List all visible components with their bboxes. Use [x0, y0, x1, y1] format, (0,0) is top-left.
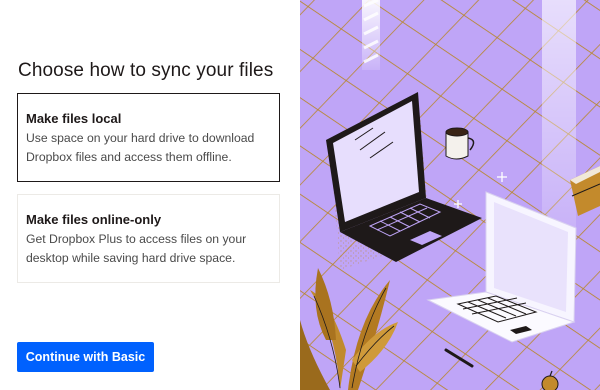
- continue-with-basic-button[interactable]: Continue with Basic: [17, 342, 154, 372]
- page-title: Choose how to sync your files: [18, 60, 274, 81]
- illustration-panel: [300, 0, 600, 390]
- option-description: Get Dropbox Plus to access files on your…: [26, 232, 247, 265]
- option-title: Make files local: [26, 111, 122, 126]
- sync-illustration: [300, 0, 600, 390]
- option-title: Make files online-only: [26, 212, 162, 227]
- option-description: Use space on your hard drive to download…: [26, 131, 255, 164]
- option-make-files-local[interactable]: Make files local Use space on your hard …: [17, 93, 280, 182]
- sync-options-panel: Choose how to sync your files Make files…: [0, 0, 300, 390]
- option-make-files-online-only[interactable]: Make files online-only Get Dropbox Plus …: [17, 194, 280, 283]
